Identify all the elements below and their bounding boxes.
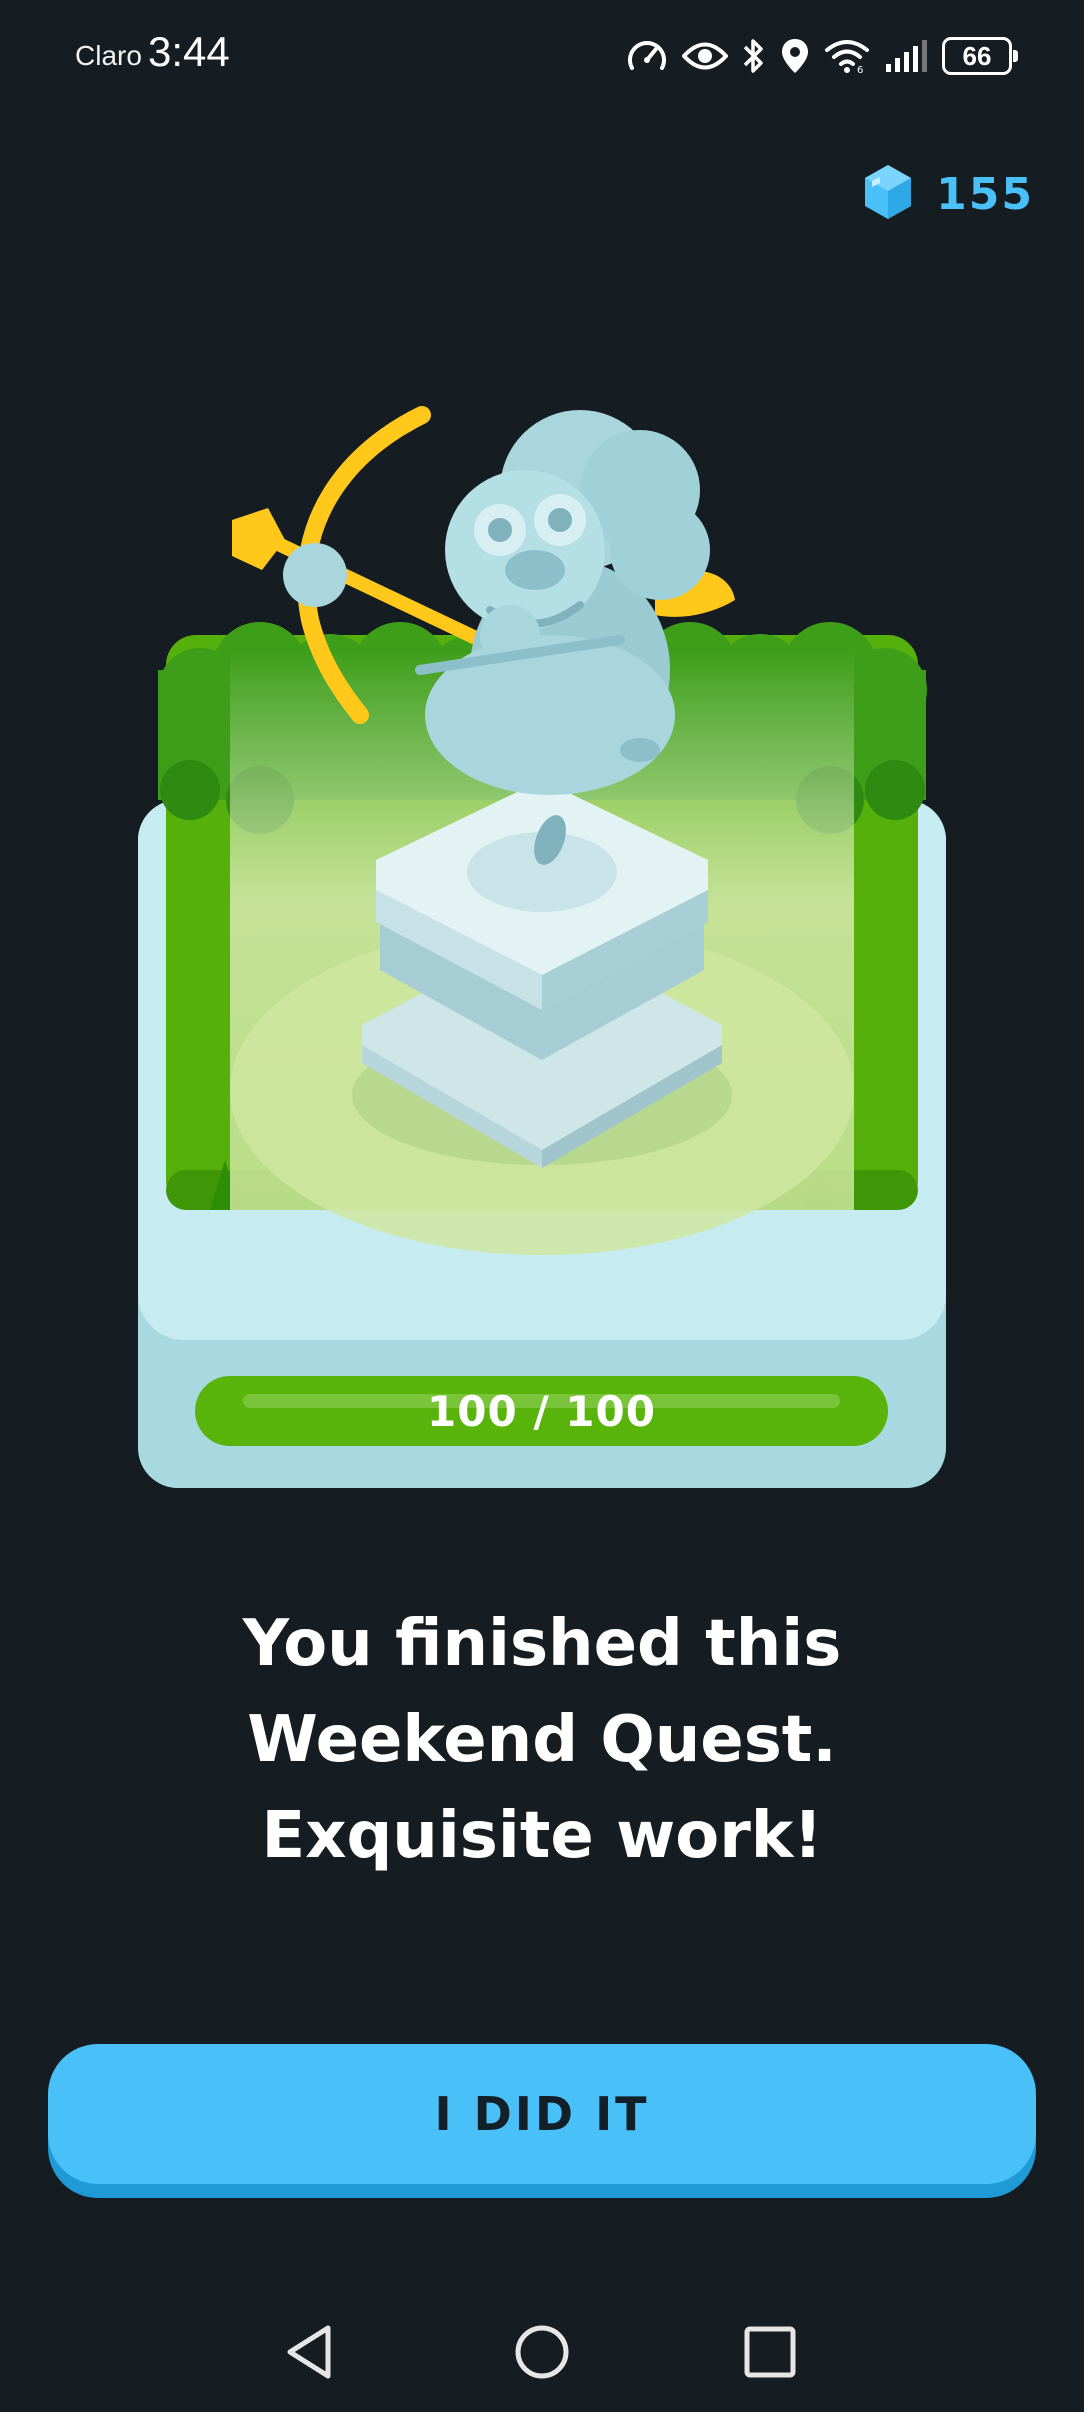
speedometer-icon xyxy=(626,36,668,76)
progress-label: 100 / 100 xyxy=(427,1386,656,1436)
status-bar: Claro 3:44 6 66 xyxy=(0,0,1084,110)
location-icon xyxy=(780,37,810,75)
button-label: I DID IT xyxy=(48,2044,1036,2184)
gem-icon xyxy=(862,163,914,225)
eye-icon xyxy=(682,39,728,73)
status-icons: 6 66 xyxy=(626,34,1018,78)
cupid-statue-illustration xyxy=(158,406,927,1255)
gem-counter[interactable]: 155 xyxy=(862,163,1034,225)
quest-progress-bar: 100 / 100 xyxy=(195,1376,888,1446)
signal-icon xyxy=(884,38,928,74)
svg-text:6: 6 xyxy=(857,65,863,74)
gem-count: 155 xyxy=(936,168,1034,220)
carrier-name: Claro xyxy=(75,40,142,71)
completion-headline: You finished this Weekend Quest. Exquisi… xyxy=(242,1607,842,1873)
status-clock: 3:44 xyxy=(148,28,230,75)
wifi-icon: 6 xyxy=(824,38,870,74)
bluetooth-icon xyxy=(742,37,766,75)
system-nav-bar xyxy=(0,2300,1084,2412)
battery-icon: 66 xyxy=(942,37,1018,75)
i-did-it-button[interactable]: I DID IT xyxy=(48,2044,1036,2198)
